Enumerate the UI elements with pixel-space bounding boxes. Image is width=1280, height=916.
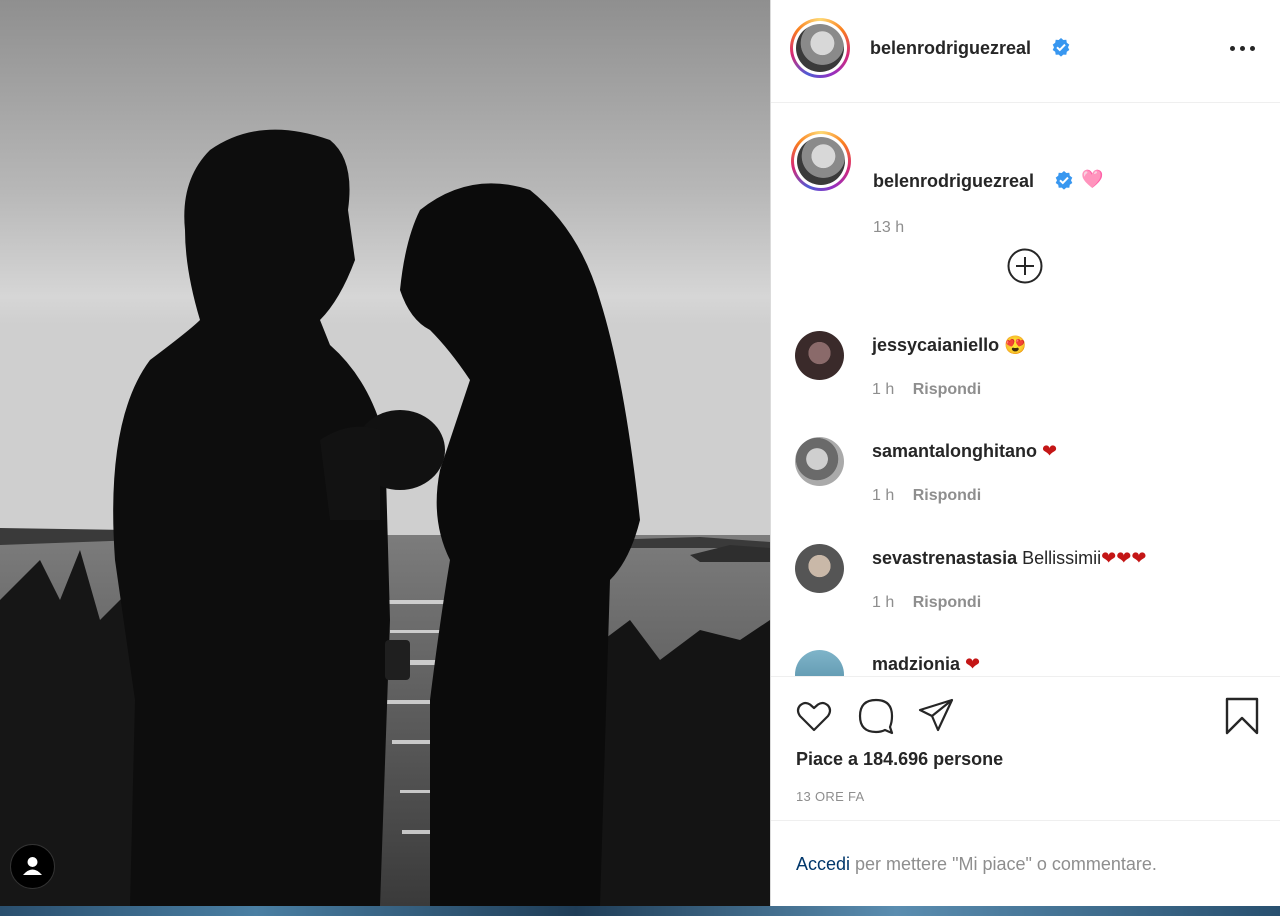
post-side-panel: belenrodriguezreal belenrodriguezreal 🩷 …: [770, 0, 1280, 906]
paper-plane-icon[interactable]: [917, 697, 955, 735]
bookmark-icon[interactable]: [1223, 697, 1261, 735]
author-avatar[interactable]: [790, 18, 850, 78]
comment-item: samantalonghitano ❤ 1 h Rispondi: [795, 437, 1255, 532]
caption-text: 🩷: [1081, 169, 1104, 189]
post-actions: Piace a 184.696 persone 13 ORE FA: [771, 677, 1280, 827]
likes-count[interactable]: Piace a 184.696 persone: [796, 749, 1003, 770]
comment-item: madzionia ❤: [795, 650, 1255, 676]
verified-badge-icon: [1054, 170, 1074, 195]
comment-item: jessycaianiello 😍 1 h Rispondi: [795, 331, 1255, 426]
comment-time: 1 h: [872, 381, 895, 398]
comment-bubble-icon[interactable]: [857, 697, 895, 735]
comment-username[interactable]: madzionia: [872, 654, 960, 674]
commenter-avatar[interactable]: [795, 544, 844, 593]
login-link[interactable]: Accedi: [796, 854, 850, 874]
comment-item: sevastrenastasia Bellissimii❤❤❤ 1 h Risp…: [795, 544, 1255, 639]
heart-icon[interactable]: [795, 697, 833, 735]
comment-username[interactable]: sevastrenastasia: [872, 548, 1017, 568]
comment-username[interactable]: jessycaianiello: [872, 335, 999, 355]
comment-username[interactable]: samantalonghitano: [872, 441, 1037, 461]
plus-circle-icon[interactable]: [1007, 248, 1043, 284]
caption-time: 13 h: [873, 219, 905, 236]
desktop-taskbar: [0, 906, 1280, 916]
comments-section: belenrodriguezreal 🩷 13 h jessycaianiell…: [771, 103, 1280, 677]
comment-time: 1 h: [872, 487, 895, 504]
commenter-avatar[interactable]: [795, 437, 844, 486]
commenter-avatar[interactable]: [795, 650, 844, 676]
reply-button[interactable]: Rispondi: [913, 381, 981, 398]
author-username[interactable]: belenrodriguezreal: [870, 38, 1031, 59]
silhouette-photo: [0, 0, 770, 906]
comment-text: Bellissimii❤❤❤: [1022, 548, 1147, 568]
user-tag-icon[interactable]: [10, 844, 55, 889]
post-photo[interactable]: [0, 0, 770, 906]
login-prompt: Accedi per mettere "Mi piace" o commenta…: [771, 820, 1280, 906]
verified-badge-icon: [1051, 37, 1071, 62]
caption-author-avatar[interactable]: [791, 131, 851, 191]
reply-button[interactable]: Rispondi: [913, 594, 981, 611]
more-options-icon[interactable]: [1227, 36, 1259, 60]
login-prompt-text: per mettere "Mi piace" o commentare.: [850, 854, 1157, 874]
comment-time: 1 h: [872, 594, 895, 611]
instagram-post: belenrodriguezreal belenrodriguezreal 🩷 …: [0, 0, 1280, 906]
caption-username[interactable]: belenrodriguezreal: [873, 171, 1034, 192]
commenter-avatar[interactable]: [795, 331, 844, 380]
caption: belenrodriguezreal 🩷 13 h: [791, 131, 1261, 236]
reply-button[interactable]: Rispondi: [913, 487, 981, 504]
post-header: belenrodriguezreal: [771, 0, 1280, 103]
comment-text: 😍: [1004, 335, 1027, 355]
comment-text: ❤: [1042, 441, 1058, 461]
comment-text: ❤: [965, 654, 981, 674]
post-timestamp[interactable]: 13 ORE FA: [796, 789, 864, 804]
